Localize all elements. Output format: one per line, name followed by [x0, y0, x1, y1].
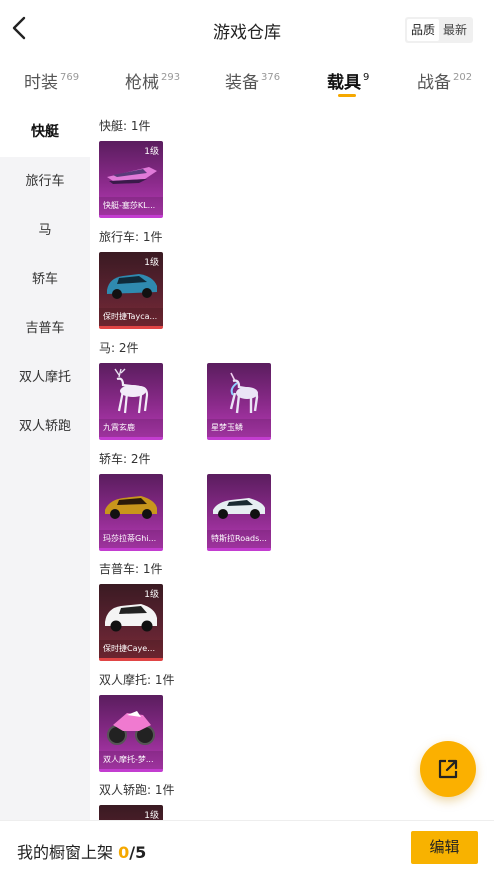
- vehicle-name: 星梦玉鳞: [207, 419, 271, 437]
- tab-fashion[interactable]: 时装 769: [24, 68, 79, 93]
- tab-guns[interactable]: 枪械 293: [125, 68, 180, 93]
- tab-count: 9: [363, 72, 370, 83]
- vehicle-card[interactable]: 特斯拉Roads...: [207, 474, 271, 551]
- sort-by-quality-button[interactable]: 品质: [407, 19, 440, 41]
- vehicle-card[interactable]: 1级 保时捷Tayca...: [99, 252, 163, 329]
- section-title: 吉普车: 1件: [99, 562, 163, 576]
- vehicle-name: 快艇-塞莎KL...: [99, 197, 163, 215]
- vehicle-name: 保时捷Tayca...: [99, 308, 163, 326]
- tab-battle-prep[interactable]: 战备 202: [417, 68, 472, 93]
- vehicle-name: 九霄玄鹿: [99, 419, 163, 437]
- level-badge: 1级: [144, 147, 159, 157]
- vehicle-list: 快艇: 1件 1级 快艇-塞莎KL... 旅行车: 1件 1级 保时捷Tayca…: [90, 108, 494, 820]
- tab-label: 战备: [417, 73, 451, 93]
- section-title: 快艇: 1件: [99, 119, 151, 133]
- share-button[interactable]: [420, 741, 476, 797]
- tesla-roadster-image: [213, 498, 265, 519]
- sidebar-item-two-seat-motorbike[interactable]: 双人摩托: [0, 353, 90, 402]
- section-title: 双人摩托: 1件: [99, 673, 175, 687]
- motorbike-image: [107, 711, 155, 745]
- section-title: 马: 2件: [99, 341, 139, 355]
- tab-count: 376: [261, 72, 281, 83]
- sidebar-item-two-seat-coupe[interactable]: 双人轿跑: [0, 402, 90, 451]
- tab-label: 装备: [225, 73, 259, 93]
- sidebar-item-speedboat[interactable]: 快艇: [0, 108, 90, 157]
- header: 游戏仓库 品质 最新: [0, 0, 494, 58]
- sidebar-item-horse[interactable]: 马: [0, 206, 90, 255]
- category-tabs: 时装 769 枪械 293 装备 376 载具 9 战备 202: [0, 58, 494, 108]
- sidebar-item-touring-car[interactable]: 旅行车: [0, 157, 90, 206]
- tab-label: 载具: [327, 73, 361, 93]
- tab-count: 293: [161, 72, 181, 83]
- vehicle-card[interactable]: 1级 快艇-塞莎KL...: [99, 141, 163, 218]
- share-external-icon: [438, 759, 458, 779]
- level-badge: 1级: [144, 258, 159, 268]
- sidebar-item-sedan[interactable]: 轿车: [0, 255, 90, 304]
- level-badge: 1级: [144, 811, 159, 820]
- maserati-image: [105, 496, 157, 519]
- deer-image: [114, 368, 149, 414]
- tab-count: 769: [60, 72, 80, 83]
- showcase-total: /5: [129, 843, 147, 862]
- active-tab-indicator: [338, 94, 356, 97]
- vehicle-card[interactable]: 双人摩托-梦...: [99, 695, 163, 772]
- sort-toggle: 品质 最新: [405, 17, 474, 43]
- section-title: 旅行车: 1件: [99, 230, 163, 244]
- showcase-label: 我的橱窗上架: [17, 843, 114, 862]
- tab-label: 时装: [24, 73, 58, 93]
- tab-label: 枪械: [125, 73, 159, 93]
- vehicle-name: 特斯拉Roads...: [207, 530, 271, 548]
- edit-button[interactable]: 编辑: [411, 831, 478, 864]
- section-title: 轿车: 2件: [99, 452, 151, 466]
- vehicle-card[interactable]: 1级 保时捷Cayen...: [99, 584, 163, 661]
- vehicle-name: 保时捷Cayen...: [99, 640, 163, 658]
- showcase-footer: 我的橱窗上架 0/5 编辑: [0, 820, 494, 875]
- sidebar-item-jeep[interactable]: 吉普车: [0, 304, 90, 353]
- section-title: 双人轿跑: 1件: [99, 783, 175, 797]
- tab-count: 202: [453, 72, 473, 83]
- level-badge: 1级: [144, 590, 159, 600]
- vehicle-card[interactable]: 玛莎拉蒂Ghi...: [99, 474, 163, 551]
- sort-by-newest-button[interactable]: 最新: [439, 19, 471, 41]
- tab-equipment[interactable]: 装备 376: [225, 68, 280, 93]
- vehicle-name: 玛莎拉蒂Ghi...: [99, 530, 163, 548]
- vehicle-card[interactable]: 1级: [99, 805, 163, 820]
- showcase-count: 0: [118, 843, 130, 862]
- unicorn-image: [229, 372, 259, 414]
- vehicle-card[interactable]: 星梦玉鳞: [207, 363, 271, 440]
- tab-vehicles[interactable]: 载具 9: [327, 68, 369, 93]
- showcase-status: 我的橱窗上架 0/5: [17, 839, 146, 863]
- vehicle-card[interactable]: 九霄玄鹿: [99, 363, 163, 440]
- vehicle-type-sidebar: 快艇 旅行车 马 轿车 吉普车 双人摩托 双人轿跑: [0, 108, 90, 820]
- vehicle-name: 双人摩托-梦...: [99, 751, 163, 769]
